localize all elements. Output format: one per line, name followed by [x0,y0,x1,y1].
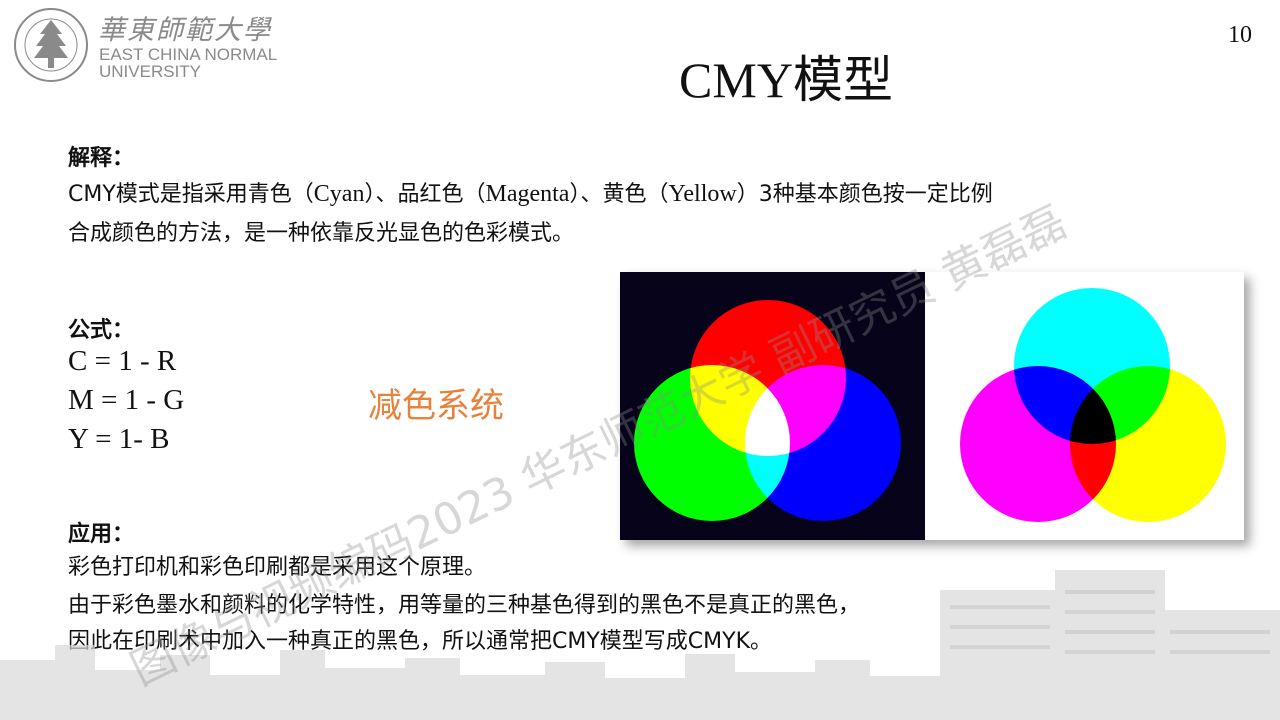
application-line2: 由于彩色墨水和颜料的化学特性，用等量的三种基色得到的黑色不是真正的黑色， [68,593,861,618]
subtractive-system-label: 减色系统 [368,386,504,426]
blue-circle [745,365,901,521]
logo-english-name-line2: UNIVERSITY [99,62,202,81]
university-logo: 華東師範大學 EAST CHINA NORMAL UNIVERSITY [12,6,302,86]
application-line1: 彩色打印机和彩色印刷都是采用这个原理。 [68,555,487,580]
yellow-term: Yellow [668,181,737,207]
rgb-additive-panel [620,272,925,540]
university-emblem-icon [14,8,88,82]
explanation-text: ）3种基本颜色按一定比例 [736,182,993,207]
explanation-heading: 解释： [68,146,135,171]
formula-heading: 公式： [68,318,135,343]
yellow-circle [1070,366,1226,522]
explanation-line2: 合成颜色的方法，是一种依靠反光显色的色彩模式。 [68,221,575,246]
logo-english-name-line1: EAST CHINA NORMAL [99,45,278,64]
cyan-term: Cyan [313,181,365,207]
application-heading: 应用： [68,522,135,547]
logo-chinese-name: 華東師範大學 [98,15,272,46]
explanation-text: ）、黄色（ [569,182,669,207]
page-number: 10 [1228,22,1252,48]
slide-title-text: CMY模型 [679,52,893,108]
explanation-line1: CMY模式是指采用青色（Cyan）、品红色（Magenta）、黄色（Yellow… [68,174,993,215]
explanation-text: CMY模式是指采用青色（ [68,182,314,207]
color-model-svg [620,272,1244,540]
slide-title: CMY模型 [679,40,893,112]
magenta-term: Magenta [485,181,570,207]
formula-line-c: C = 1 - R [68,345,177,377]
formula-line-m: M = 1 - G [68,384,185,416]
application-line3: 因此在印刷术中加入一种真正的黑色，所以通常把CMY模型写成CMYK。 [68,629,772,654]
slide: 華東師範大學 EAST CHINA NORMAL UNIVERSITY 10 C… [0,0,1280,720]
explanation-text: ）、品红色（ [364,182,486,207]
formula-line-y: Y = 1- B [68,423,170,455]
color-model-figure [620,272,1244,540]
cmy-subtractive-panel [925,272,1244,540]
